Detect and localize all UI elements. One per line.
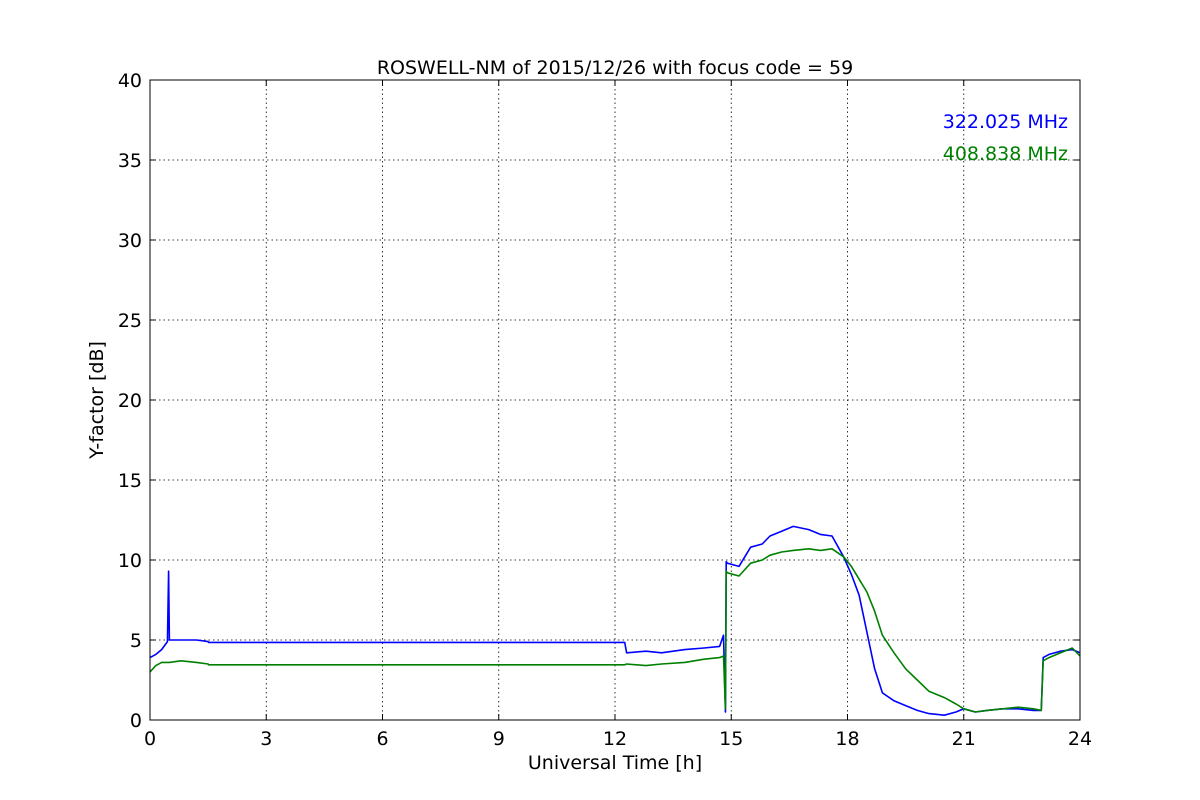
x-tick-label: 6 [376, 728, 388, 750]
y-tick-label: 35 [118, 150, 142, 172]
y-tick-label: 40 [118, 70, 142, 92]
legend-entry-2: 408.838 MHz [943, 143, 1068, 165]
chart: ROSWELL-NM of 2015/12/26 with focus code… [0, 0, 1200, 800]
y-tick-label: 25 [118, 310, 142, 332]
y-tick-label: 20 [118, 390, 142, 412]
x-tick-label: 15 [719, 728, 743, 750]
x-tick-label: 3 [260, 728, 272, 750]
y-tick-label: 5 [130, 630, 142, 652]
x-tick-label: 21 [952, 728, 976, 750]
x-tick-label: 12 [603, 728, 627, 750]
x-tick-label: 0 [144, 728, 156, 750]
chart-title: ROSWELL-NM of 2015/12/26 with focus code… [377, 57, 853, 79]
y-tick-label: 30 [118, 230, 142, 252]
x-axis-label: Universal Time [h] [528, 752, 702, 774]
y-tick-label: 15 [118, 470, 142, 492]
legend-entry-1: 322.025 MHz [943, 111, 1068, 133]
y-tick-label: 10 [118, 550, 142, 572]
x-tick-label: 18 [835, 728, 859, 750]
x-tick-label: 9 [493, 728, 505, 750]
y-axis-label: Y-factor [dB] [86, 341, 108, 460]
x-tick-label: 24 [1068, 728, 1092, 750]
y-tick-label: 0 [130, 710, 142, 732]
